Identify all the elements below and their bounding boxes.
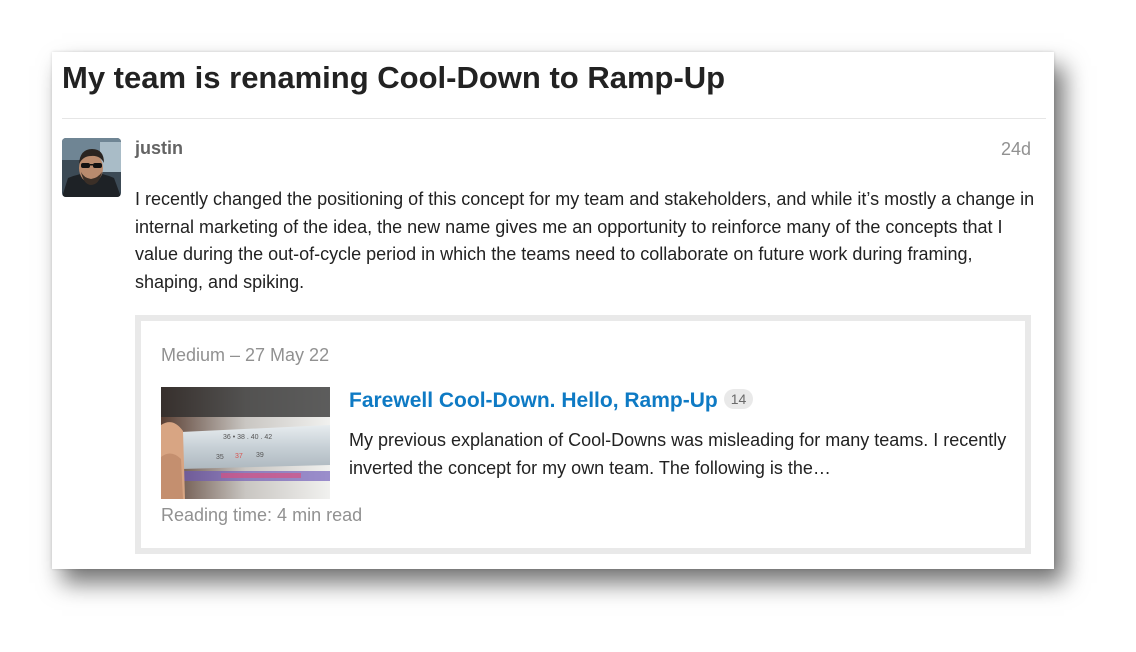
onebox-excerpt: My previous explanation of Cool-Downs wa… (349, 430, 1007, 478)
thermometer-thumbnail-icon: 36 • 38 . 40 . 42 35 37 39 (161, 387, 330, 499)
svg-text:39: 39 (256, 452, 264, 459)
onebox-article-link[interactable]: Farewell Cool-Down. Hello, Ramp-Up 14 (349, 389, 754, 413)
topic-post-card: My team is renaming Cool-Down to Ramp-Up… (52, 52, 1054, 569)
onebox-reading-time: Reading time: 4 min read (161, 505, 363, 525)
svg-text:37: 37 (235, 453, 243, 460)
user-avatar[interactable] (62, 138, 121, 197)
svg-text:35: 35 (216, 454, 224, 461)
onebox-thumbnail[interactable]: 36 • 38 . 40 . 42 35 37 39 (161, 387, 330, 499)
topic-title[interactable]: My team is renaming Cool-Down to Ramp-Up (62, 60, 725, 96)
link-preview-onebox[interactable]: Medium – 27 May 22 36 • 38 . 40 . 42 35 … (135, 315, 1031, 554)
post-body: I recently changed the positioning of th… (135, 189, 1035, 292)
onebox-link-title[interactable]: Farewell Cool-Down. Hello, Ramp-Up (349, 389, 718, 412)
title-divider (62, 118, 1046, 119)
onebox-source[interactable]: Medium – 27 May 22 (161, 345, 329, 366)
click-count-badge: 14 (723, 389, 754, 409)
avatar-photo-icon (62, 138, 121, 197)
post-username[interactable]: justin (135, 138, 183, 159)
post-date[interactable]: 24d (1001, 139, 1031, 160)
svg-text:36 • 38 . 40 . 42: 36 • 38 . 40 . 42 (223, 434, 272, 441)
